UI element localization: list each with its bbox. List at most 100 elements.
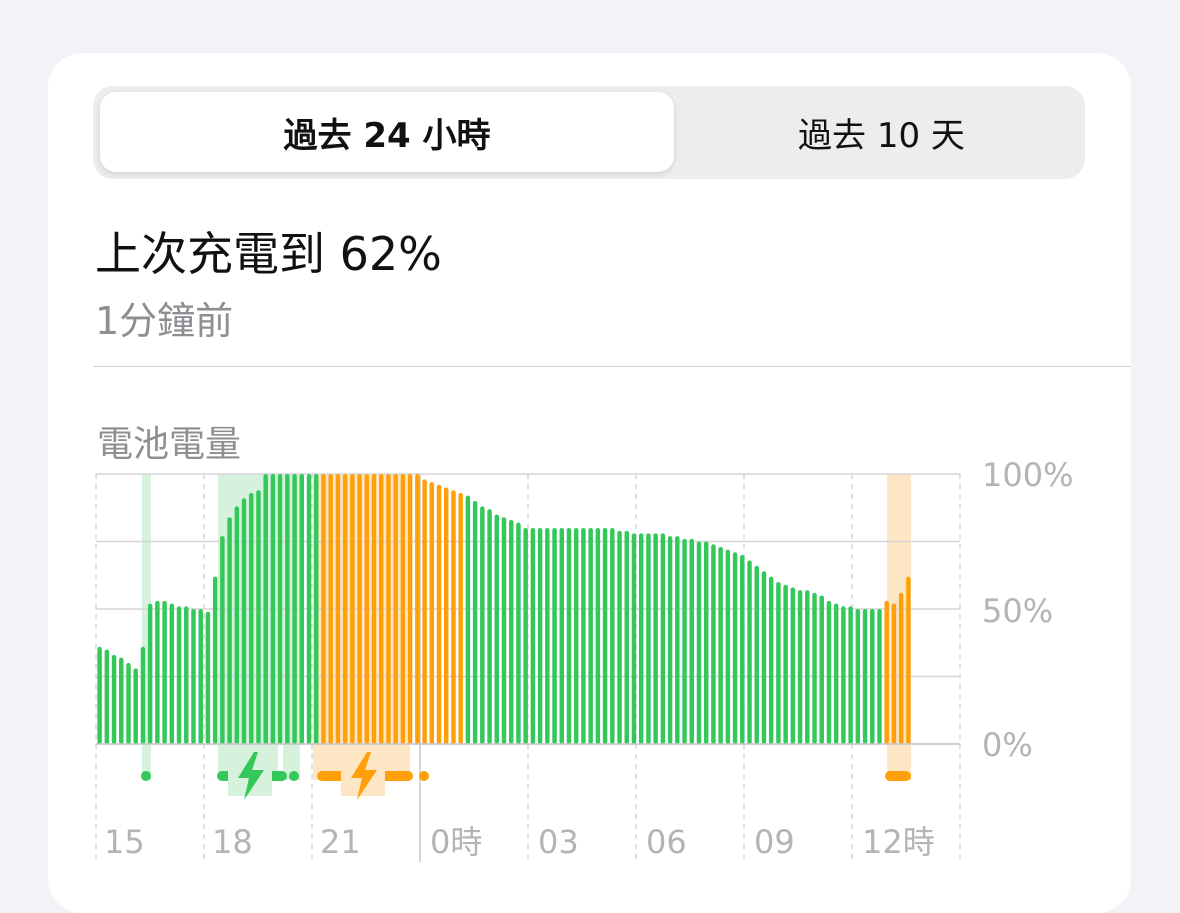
battery-bar — [386, 474, 391, 744]
battery-bar — [400, 474, 406, 744]
battery-bar — [595, 528, 601, 744]
battery-bar — [147, 603, 153, 744]
battery-bar — [407, 474, 413, 744]
battery-bar — [205, 611, 211, 744]
battery-bar — [270, 474, 276, 744]
battery-bar — [97, 646, 102, 744]
battery-bar — [371, 474, 377, 744]
battery-bar — [552, 528, 557, 744]
battery-bar — [176, 606, 182, 744]
battery-bar — [667, 536, 673, 744]
battery-bar — [884, 600, 889, 744]
battery-bar — [501, 517, 507, 744]
battery-bar — [285, 474, 290, 744]
battery-bar — [350, 474, 355, 744]
charging-band — [218, 474, 278, 780]
battery-bar — [848, 606, 853, 744]
battery-bar — [227, 517, 232, 744]
battery-bar — [826, 600, 832, 744]
battery-bar — [725, 549, 731, 744]
battery-bar — [155, 600, 160, 744]
battery-bar — [523, 528, 528, 744]
battery-bar — [249, 492, 254, 744]
battery-bar — [906, 576, 911, 744]
battery-bar — [184, 606, 189, 744]
battery-bar — [653, 533, 658, 744]
battery-bar — [234, 506, 240, 744]
battery-bar — [740, 555, 745, 744]
battery-bar — [162, 600, 167, 744]
battery-bar — [342, 474, 348, 744]
battery-bar — [566, 528, 572, 744]
x-axis-label: 06 — [646, 823, 687, 861]
battery-bar — [711, 544, 716, 744]
battery-bar — [805, 590, 810, 744]
battery-bar — [364, 474, 370, 744]
battery-bar — [660, 533, 666, 744]
lightning-bolt-icon — [228, 752, 272, 800]
battery-bar — [761, 571, 767, 744]
battery-bar — [581, 528, 586, 744]
battery-bar — [675, 536, 680, 744]
battery-bar — [104, 649, 110, 744]
battery-bar — [833, 603, 839, 744]
battery-bar — [480, 506, 485, 744]
battery-bar — [487, 509, 492, 744]
lightning-bolt-icon — [341, 752, 385, 800]
y-axis-label: 0% — [982, 726, 1033, 764]
battery-bar — [443, 487, 449, 744]
battery-bar — [415, 474, 420, 744]
battery-bar — [703, 541, 709, 744]
battery-bar — [732, 552, 738, 744]
battery-bar — [516, 522, 521, 744]
battery-bar — [169, 603, 175, 744]
battery-bar — [133, 668, 138, 744]
x-axis-label: 21 — [320, 823, 361, 861]
battery-bar — [862, 609, 868, 744]
battery-bar — [198, 609, 203, 744]
battery-bar — [718, 546, 723, 744]
battery-bar — [422, 479, 427, 744]
x-axis-label: 15 — [104, 823, 145, 861]
battery-bar — [111, 654, 117, 744]
battery-bar — [314, 474, 319, 744]
battery-bar — [241, 498, 247, 744]
battery-bar — [559, 528, 565, 744]
battery-bar — [638, 533, 644, 744]
battery-bar — [494, 514, 500, 744]
battery-bar — [508, 519, 514, 744]
battery-bar — [256, 490, 261, 744]
battery-bar — [783, 584, 788, 744]
battery-bar — [429, 482, 435, 744]
battery-bar — [191, 609, 196, 744]
charging-dot — [141, 771, 151, 781]
battery-bar — [646, 533, 651, 744]
battery-bar — [357, 474, 362, 744]
battery-bar — [263, 474, 268, 744]
battery-level-chart: 100% 50% 0% 15 18 21 0時 03 06 09 12時 — [95, 456, 1073, 862]
battery-bar — [537, 528, 543, 744]
battery-bar — [140, 646, 146, 744]
battery-bar — [545, 528, 550, 744]
battery-bar — [877, 609, 882, 744]
battery-bar — [393, 474, 398, 744]
battery-bar — [797, 590, 803, 744]
battery-bar — [870, 609, 875, 744]
battery-bar — [631, 533, 637, 744]
battery-bar — [754, 565, 759, 744]
battery-bar — [891, 603, 897, 744]
battery-bar — [436, 484, 442, 744]
battery-bar — [292, 474, 297, 744]
charging-dot — [419, 771, 429, 781]
x-axis-label: 12時 — [862, 823, 935, 861]
battery-bar — [855, 609, 861, 744]
battery-bar — [682, 538, 687, 744]
x-axis-label: 03 — [538, 823, 579, 861]
battery-bar — [841, 606, 846, 744]
battery-bar — [451, 490, 456, 744]
battery-bar — [119, 657, 124, 744]
battery-bar — [335, 474, 341, 744]
battery-bar — [299, 474, 305, 744]
battery-bar — [696, 541, 702, 744]
x-axis-label: 0時 — [430, 823, 482, 861]
